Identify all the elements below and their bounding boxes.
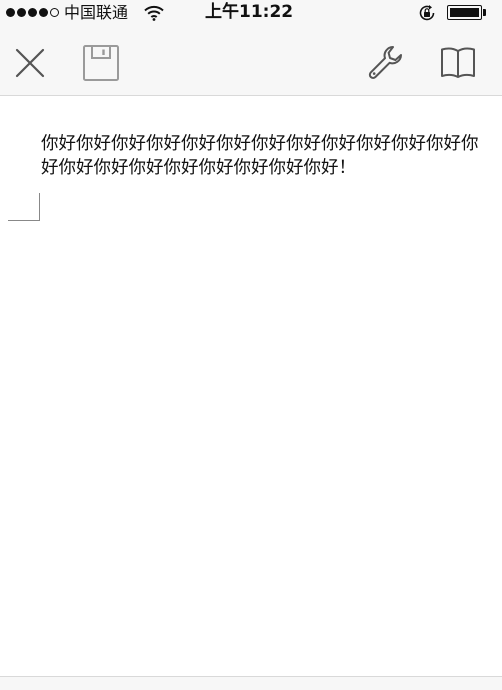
toolbar: [0, 26, 502, 96]
book-icon: [438, 43, 478, 83]
document-text[interactable]: 你好你好你好你好你好你好你好你好你好你好你好你好你好你好你好你好你好你好你好你好…: [41, 132, 495, 180]
carrier-name: 中国联通: [64, 3, 129, 22]
bottom-bar: [0, 676, 502, 690]
reader-button[interactable]: [438, 43, 478, 83]
close-button[interactable]: [10, 43, 50, 83]
signal-dot: [39, 8, 48, 17]
page-margin-marker: [8, 193, 40, 221]
save-icon: [81, 43, 121, 83]
signal-dot: [28, 8, 37, 17]
settings-button[interactable]: [366, 43, 406, 83]
signal-dot: [6, 8, 15, 17]
settings-wrench-icon: [366, 43, 406, 83]
battery-icon: [447, 5, 487, 20]
signal-dot-empty: [50, 8, 59, 17]
signal-strength-icon: [6, 8, 59, 17]
clock-time: 上午11:22: [205, 2, 294, 22]
document-page[interactable]: [0, 96, 502, 676]
status-bar: 中国联通 上午11:22: [0, 0, 502, 26]
save-button[interactable]: [81, 43, 121, 83]
battery-tip: [483, 9, 486, 16]
rotation-lock-icon: [418, 4, 436, 26]
close-icon: [10, 43, 50, 83]
wifi-icon: [144, 5, 164, 25]
battery-body: [447, 5, 482, 20]
battery-fill: [450, 8, 479, 17]
signal-dot: [17, 8, 26, 17]
